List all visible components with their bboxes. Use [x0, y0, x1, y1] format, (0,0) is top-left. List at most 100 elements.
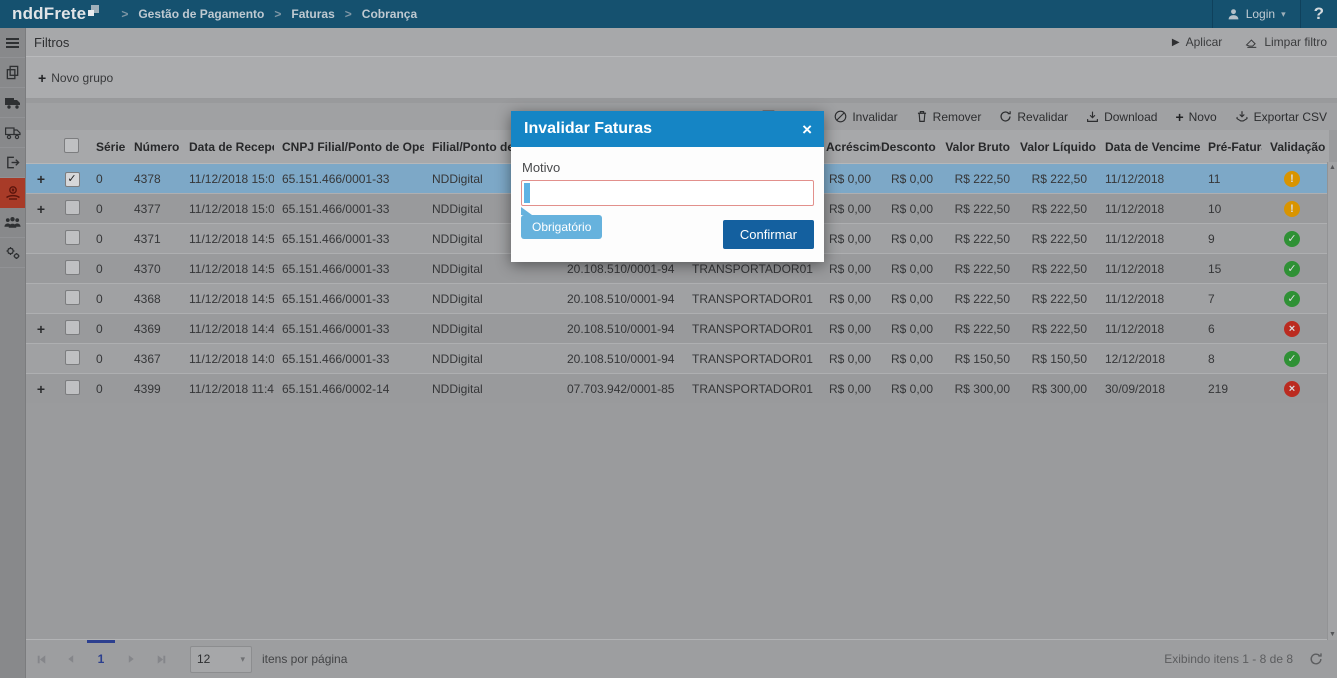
sidebar-item-logout[interactable]	[0, 148, 25, 178]
checkbox-cell	[56, 254, 88, 284]
hand-coin-icon	[5, 185, 21, 201]
expand-row-button[interactable]: +	[37, 171, 45, 187]
breadcrumb-gestao[interactable]: Gestão de Pagamento	[138, 7, 264, 21]
table-row[interactable]: 0436711/12/2018 14:0265.151.466/0001-33N…	[26, 344, 1329, 374]
cell-recepcao: 11/12/2018 14:52	[181, 284, 274, 314]
expand-cell	[26, 224, 56, 254]
cell-serie: 0	[88, 314, 126, 344]
first-page-button[interactable]	[26, 640, 56, 678]
cell-numero: 4367	[126, 344, 181, 374]
page-number-button[interactable]: 1	[86, 640, 116, 678]
cell-cnpj_filial: 65.151.466/0001-33	[274, 284, 424, 314]
col-acrescimo[interactable]: Acréscimo	[826, 130, 881, 164]
app-logo-icon	[88, 5, 99, 16]
sidebar-item-settings[interactable]	[0, 238, 25, 268]
confirm-button[interactable]: Confirmar	[723, 220, 814, 249]
sidebar	[0, 28, 26, 678]
cell-acrescimo: R$ 0,00	[826, 314, 881, 344]
table-row[interactable]: +0436911/12/2018 14:4965.151.466/0001-33…	[26, 314, 1329, 344]
cell-recepcao: 11/12/2018 14:53	[181, 224, 274, 254]
cell-desconto: R$ 0,00	[881, 164, 943, 194]
col-desconto[interactable]: Desconto	[881, 130, 943, 164]
cell-vencimento: 11/12/2018	[1097, 284, 1200, 314]
table-row[interactable]: 0436811/12/2018 14:5265.151.466/0001-33N…	[26, 284, 1329, 314]
invalidate-button[interactable]: Invalidar	[834, 110, 897, 124]
modal-header: Invalidar Faturas ×	[511, 111, 824, 147]
refresh-button[interactable]	[1309, 652, 1323, 666]
sidebar-item-users[interactable]	[0, 208, 25, 238]
next-page-button[interactable]	[116, 640, 146, 678]
help-button[interactable]: ?	[1301, 0, 1337, 28]
expand-cell: +	[26, 164, 56, 194]
expand-row-button[interactable]: +	[37, 201, 45, 217]
cell-cnpj_filial: 65.151.466/0001-33	[274, 194, 424, 224]
cell-numero: 4369	[126, 314, 181, 344]
app-logo[interactable]: nddFrete	[12, 4, 99, 24]
cell-transportador: TRANSPORTADOR01	[684, 374, 826, 404]
select-all-checkbox[interactable]	[64, 138, 79, 153]
new-button[interactable]: + Novo	[1175, 109, 1216, 125]
close-icon[interactable]: ×	[802, 121, 812, 138]
row-checkbox[interactable]	[65, 260, 80, 275]
breadcrumb-faturas[interactable]: Faturas	[291, 7, 334, 21]
sidebar-item-truck[interactable]	[0, 88, 25, 118]
hamburger-menu-icon	[6, 36, 19, 50]
clear-filter-button[interactable]: Limpar filtro	[1244, 35, 1327, 49]
row-checkbox[interactable]	[65, 290, 80, 305]
col-data-vencimento[interactable]: Data de Vencimento	[1097, 130, 1200, 164]
sidebar-item-billing[interactable]	[0, 178, 25, 208]
col-validacao[interactable]: Validação	[1262, 130, 1329, 164]
active-page-indicator	[87, 640, 115, 643]
remove-button[interactable]: Remover	[916, 110, 982, 124]
row-checkbox[interactable]	[65, 350, 80, 365]
sidebar-item-documents[interactable]	[0, 58, 25, 88]
col-valor-bruto[interactable]: Valor Bruto	[943, 130, 1020, 164]
col-numero[interactable]: Número	[126, 130, 181, 164]
page-size-select[interactable]: 12 ▾	[190, 646, 252, 673]
cell-pre_fatura: 9	[1200, 224, 1262, 254]
revalidate-label: Revalidar	[1017, 110, 1068, 124]
expand-row-button[interactable]: +	[37, 321, 45, 337]
revalidate-button[interactable]: Revalidar	[999, 110, 1068, 124]
cell-acrescimo: R$ 0,00	[826, 374, 881, 404]
row-checkbox[interactable]	[65, 380, 80, 395]
cell-serie: 0	[88, 164, 126, 194]
new-group-button[interactable]: + Novo grupo	[38, 70, 113, 86]
cell-valor_bruto: R$ 222,50	[943, 284, 1020, 314]
row-checkbox[interactable]	[65, 320, 80, 335]
col-data-recepcao[interactable]: Data de Recepção↓	[181, 130, 274, 164]
col-valor-liquido[interactable]: Valor Líquido	[1020, 130, 1097, 164]
user-icon	[1227, 8, 1240, 21]
checkbox-cell	[56, 224, 88, 254]
vertical-scrollbar[interactable]: ▲ ▼	[1327, 162, 1337, 640]
new-label: Novo	[1189, 110, 1217, 124]
motivo-input[interactable]	[521, 180, 814, 206]
chevron-down-icon: ▾	[240, 654, 245, 665]
col-cnpj-filial[interactable]: CNPJ Filial/Ponto de Operação	[274, 130, 424, 164]
checkbox-cell	[56, 284, 88, 314]
breadcrumb-cobranca[interactable]: Cobrança	[362, 7, 417, 21]
row-checkbox[interactable]	[65, 230, 80, 245]
cell-acrescimo: R$ 0,00	[826, 254, 881, 284]
cell-cnpj_filial: 65.151.466/0001-33	[274, 254, 424, 284]
prev-page-button[interactable]	[56, 640, 86, 678]
row-checkbox[interactable]	[65, 200, 80, 215]
page-number: 1	[98, 652, 105, 666]
sidebar-item-truck-outline[interactable]	[0, 118, 25, 148]
row-checkbox[interactable]: ✓	[65, 172, 80, 187]
col-pre-fatura[interactable]: Pré-Fatura	[1200, 130, 1262, 164]
cell-vencimento: 11/12/2018	[1097, 224, 1200, 254]
expand-row-button[interactable]: +	[37, 381, 45, 397]
export-csv-button[interactable]: Exportar CSV	[1235, 110, 1327, 124]
download-button[interactable]: Download	[1086, 110, 1157, 124]
validation-status-icon: ×	[1284, 321, 1300, 337]
col-serie[interactable]: Série	[88, 130, 126, 164]
modal-body: Motivo Obrigatório Confirmar	[511, 147, 824, 262]
text-cursor	[524, 183, 530, 203]
expand-cell	[26, 254, 56, 284]
sidebar-item-menu[interactable]	[0, 28, 25, 58]
last-page-button[interactable]	[146, 640, 176, 678]
login-button[interactable]: Login ▾	[1213, 0, 1300, 28]
apply-filter-button[interactable]: ▶ Aplicar	[1172, 35, 1222, 49]
table-row[interactable]: +0439911/12/2018 11:4865.151.466/0002-14…	[26, 374, 1329, 404]
